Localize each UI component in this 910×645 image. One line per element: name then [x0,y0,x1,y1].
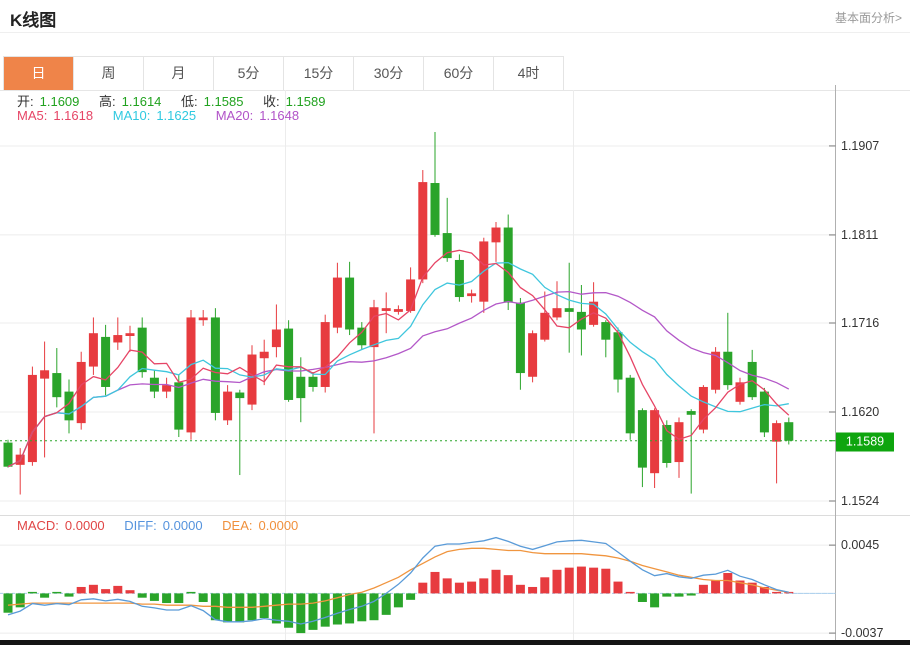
bottom-edge-bar [0,640,910,645]
kline-page: K线图 基本面分析> 日周月5分15分30分60分4时 开:1.1609 高:1… [0,0,910,645]
current-price-badge: 1.1589 [836,433,894,452]
candlestick-and-macd-chart[interactable] [0,0,910,645]
